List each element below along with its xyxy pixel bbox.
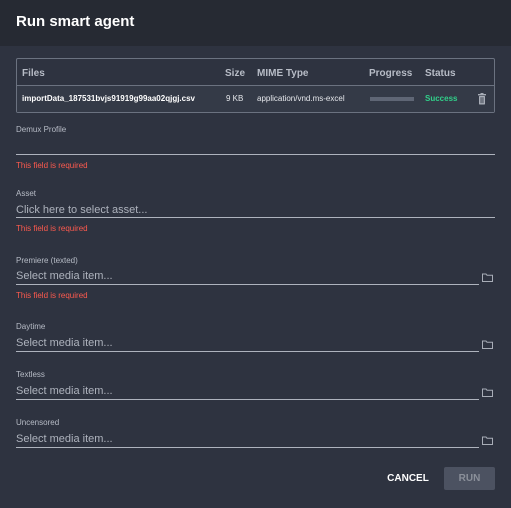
uncensored-underline [16, 447, 479, 448]
file-size: 9 KB [226, 94, 244, 103]
asset-input[interactable]: Click here to select asset... [16, 204, 147, 216]
upload-progress-fill [370, 97, 414, 101]
premiere-texted-label: Premiere (texted) [16, 256, 78, 265]
file-name: importData_187531bvjs91919g99aa02qjgj.cs… [22, 94, 195, 103]
run-smart-agent-dialog: Run smart agent Files Size MIME Type Pro… [0, 0, 511, 508]
folder-icon[interactable] [482, 340, 493, 349]
folder-icon[interactable] [482, 436, 493, 445]
demux-profile-underline [16, 154, 495, 155]
column-header-mime-type: MIME Type [257, 68, 309, 79]
asset-error: This field is required [16, 224, 88, 233]
asset-underline [16, 217, 495, 218]
status-badge: Success [425, 94, 458, 103]
premiere-texted-error: This field is required [16, 291, 88, 300]
textless-input[interactable]: Select media item... [16, 385, 113, 397]
asset-label: Asset [16, 189, 37, 198]
demux-profile-error: This field is required [16, 161, 88, 170]
column-header-status: Status [425, 68, 456, 79]
textless-label: Textless [16, 370, 45, 379]
uncensored-input[interactable]: Select media item... [16, 433, 113, 445]
daytime-underline [16, 351, 479, 352]
demux-profile-label: Demux Profile [16, 125, 67, 134]
dialog-header: Run smart agent [0, 0, 511, 46]
textless-underline [16, 399, 479, 400]
folder-icon[interactable] [482, 273, 493, 282]
upload-progress-bar [370, 97, 414, 101]
cancel-button[interactable]: CANCEL [382, 468, 434, 490]
column-header-progress: Progress [369, 68, 413, 79]
trash-icon[interactable] [477, 93, 487, 105]
uncensored-label: Uncensored [16, 418, 60, 427]
daytime-input[interactable]: Select media item... [16, 337, 113, 349]
run-button[interactable]: RUN [444, 467, 495, 490]
daytime-label: Daytime [16, 322, 46, 331]
column-header-files: Files [22, 68, 45, 79]
column-header-size: Size [225, 68, 246, 79]
dialog-title: Run smart agent [16, 13, 135, 30]
folder-icon[interactable] [482, 388, 493, 397]
file-mime-type: application/vnd.ms-excel [257, 94, 345, 103]
table-row: importData_187531bvjs91919g99aa02qjgj.cs… [17, 86, 494, 112]
premiere-texted-underline [16, 284, 479, 285]
files-table: Files Size MIME Type Progress Status imp… [16, 58, 495, 113]
demux-profile-input[interactable] [16, 139, 495, 153]
premiere-texted-input[interactable]: Select media item... [16, 270, 113, 282]
